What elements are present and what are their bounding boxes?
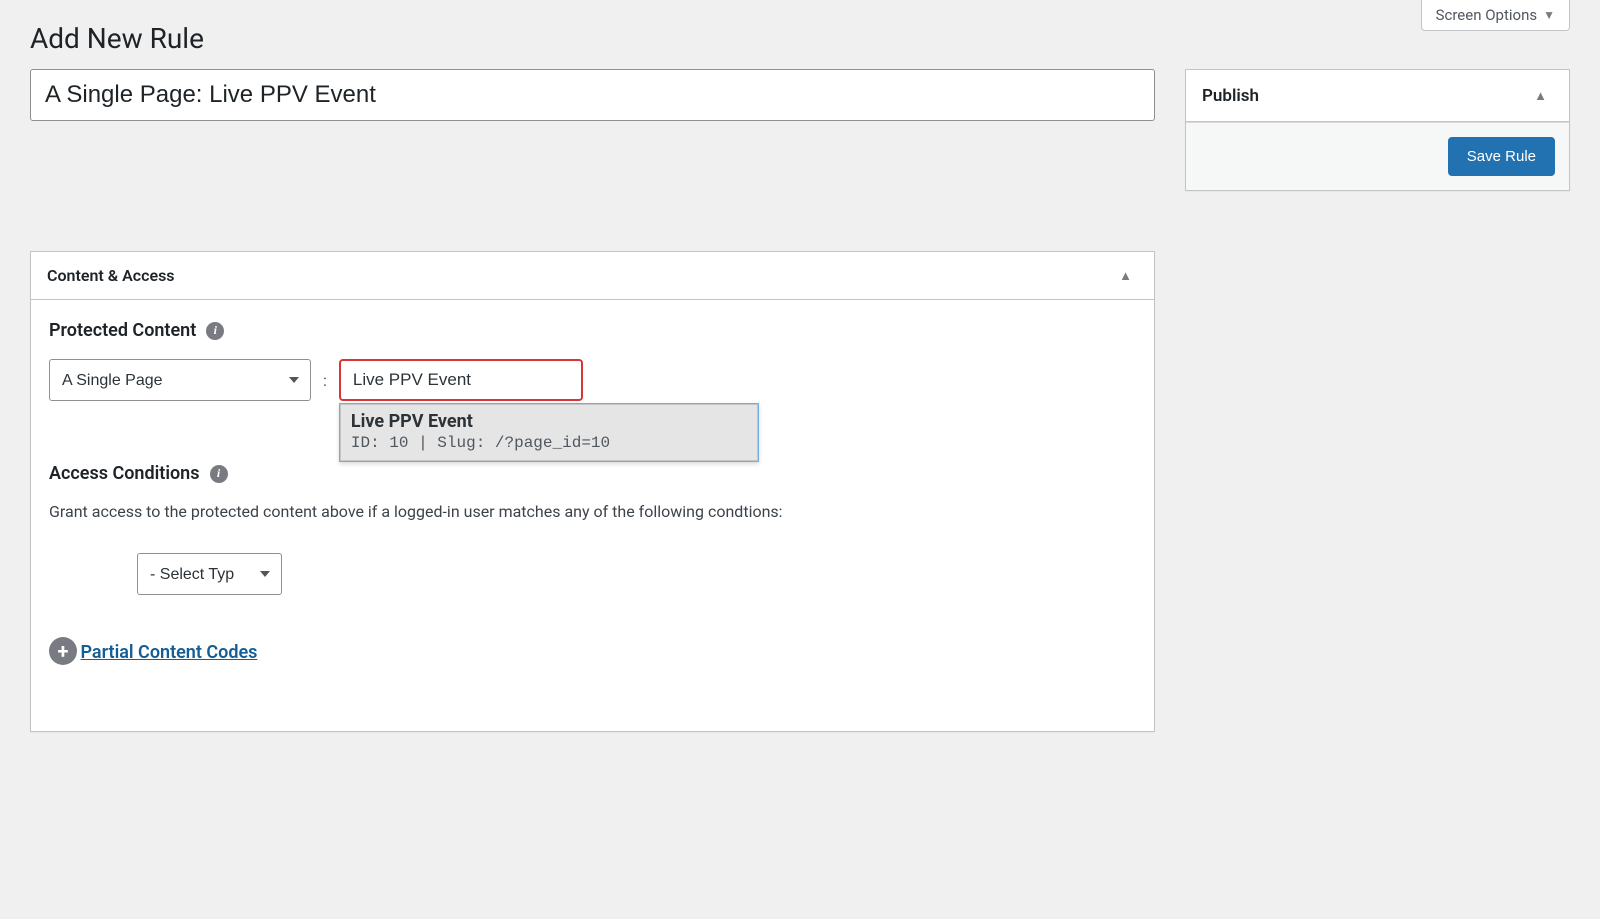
autocomplete-item-title: Live PPV Event bbox=[351, 411, 747, 432]
autocomplete-item-meta: ID: 10 | Slug: /?page_id=10 bbox=[351, 434, 747, 452]
collapse-toggle-icon[interactable]: ▲ bbox=[1528, 82, 1553, 110]
collapse-toggle-icon[interactable]: ▲ bbox=[1113, 262, 1138, 290]
autocomplete-item[interactable]: Live PPV Event ID: 10 | Slug: /?page_id=… bbox=[340, 404, 758, 461]
add-condition-button[interactable]: + bbox=[49, 637, 77, 665]
partial-content-codes-link[interactable]: Partial Content Codes bbox=[80, 642, 257, 663]
publish-header[interactable]: Publish ▲ bbox=[1186, 70, 1569, 122]
separator-colon: : bbox=[321, 371, 329, 390]
access-conditions-label: Access Conditions bbox=[49, 463, 200, 484]
content-type-select[interactable]: A Single Page bbox=[49, 359, 311, 401]
save-rule-button[interactable]: Save Rule bbox=[1448, 137, 1555, 176]
autocomplete-dropdown: Live PPV Event ID: 10 | Slug: /?page_id=… bbox=[339, 403, 759, 462]
access-conditions-description: Grant access to the protected content ab… bbox=[49, 502, 1136, 521]
page-title: Add New Rule bbox=[30, 0, 1570, 69]
publish-title: Publish bbox=[1202, 86, 1259, 106]
rule-title-input[interactable] bbox=[30, 69, 1155, 121]
plus-icon: + bbox=[58, 639, 69, 663]
info-icon[interactable]: i bbox=[210, 465, 228, 483]
screen-options-label: Screen Options bbox=[1436, 6, 1538, 24]
info-icon[interactable]: i bbox=[206, 322, 224, 340]
caret-down-icon: ▼ bbox=[1543, 8, 1555, 22]
access-conditions-heading: Access Conditions i bbox=[49, 463, 1136, 484]
condition-type-select[interactable]: - Select Typ bbox=[137, 553, 282, 595]
protected-content-heading: Protected Content i bbox=[49, 320, 1136, 341]
publish-panel: Publish ▲ Save Rule bbox=[1185, 69, 1570, 191]
content-access-header[interactable]: Content & Access ▲ bbox=[31, 252, 1154, 300]
content-search-input[interactable] bbox=[339, 359, 583, 401]
screen-options-button[interactable]: Screen Options ▼ bbox=[1421, 0, 1570, 31]
protected-content-label: Protected Content bbox=[49, 320, 196, 341]
content-access-panel: Content & Access ▲ Protected Content i A… bbox=[30, 251, 1155, 732]
content-access-title: Content & Access bbox=[47, 266, 175, 285]
